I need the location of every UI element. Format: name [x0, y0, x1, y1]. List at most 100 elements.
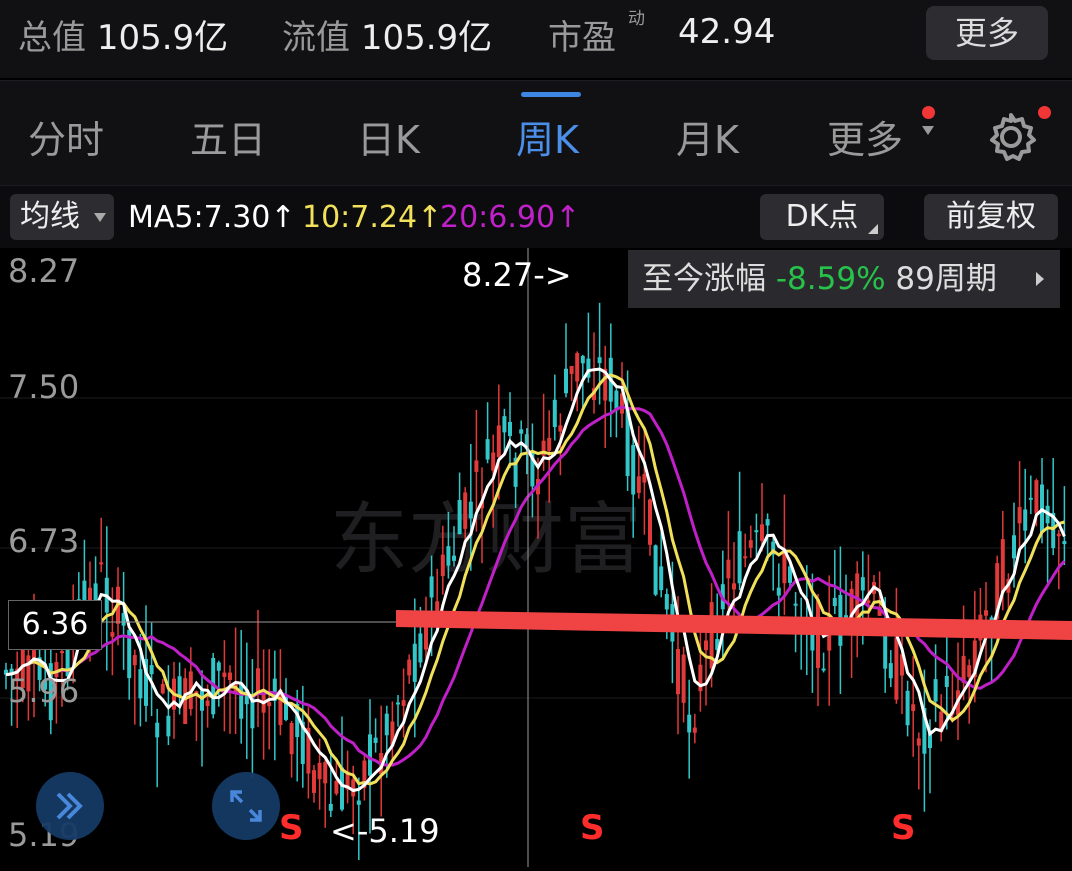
candle-body: [222, 672, 227, 677]
tab-daily-k[interactable]: 日K: [357, 109, 420, 164]
candle-body: [132, 655, 137, 666]
period-count: 89周期: [895, 261, 997, 297]
pe-label: 市盈: [548, 18, 616, 58]
candle-body: [636, 476, 641, 493]
kline-chart[interactable]: 东方财富: [0, 248, 1072, 867]
candle-body: [373, 737, 378, 743]
candle-body: [396, 702, 400, 705]
candle-body: [1062, 541, 1067, 545]
total-value: 总值 105.9亿: [18, 10, 228, 59]
tab-monthly-k[interactable]: 月K: [676, 109, 739, 164]
candle-body: [384, 713, 389, 736]
candle-body: [631, 444, 636, 495]
tab-intraday[interactable]: 分时: [28, 109, 104, 164]
dk-points-button[interactable]: DK点: [760, 194, 884, 240]
candle-body: [776, 587, 781, 596]
sell-signal-marker: S: [891, 808, 916, 848]
candle-body: [692, 727, 697, 733]
float-value: 流值 105.9亿: [282, 10, 492, 59]
candle-body: [216, 662, 221, 671]
candle-body: [793, 603, 798, 606]
candle-body: [821, 668, 826, 671]
active-tab-indicator: [521, 92, 581, 97]
candle-body: [200, 690, 204, 711]
settings-notification-dot: [1038, 106, 1051, 119]
candle-body: [60, 651, 64, 654]
fullscreen-button[interactable]: [212, 772, 280, 840]
total-value-label: 总值: [18, 18, 86, 58]
candle-body: [177, 676, 182, 697]
crosshair-price-label: 6.36: [8, 600, 102, 650]
candle-body: [765, 519, 770, 526]
candle-body: [491, 452, 496, 471]
candle-body: [564, 368, 568, 394]
kline-chart-svg: 东方财富: [0, 248, 1072, 867]
float-value-label: 流值: [282, 18, 350, 58]
candle-body: [659, 566, 664, 591]
tab-more[interactable]: 更多: [827, 109, 903, 164]
candle-body: [911, 704, 916, 712]
candle-body: [664, 594, 669, 610]
candle-body: [256, 668, 260, 694]
more-info-button[interactable]: 更多: [926, 6, 1048, 60]
candle-body: [726, 559, 731, 579]
ma-selector-label: 均线: [20, 199, 80, 234]
candle-body: [743, 556, 748, 559]
total-value-number: 105.9亿: [96, 18, 229, 58]
candle-body: [407, 659, 412, 676]
candle-body: [99, 562, 104, 565]
expand-left-button[interactable]: [36, 772, 104, 840]
gear-icon[interactable]: [984, 110, 1038, 168]
candle-body: [944, 676, 949, 687]
candle-body: [676, 649, 680, 695]
candle-body: [905, 690, 910, 726]
float-value-number: 105.9亿: [360, 18, 493, 58]
sell-signal-marker: S: [580, 808, 605, 848]
candle-body: [323, 762, 328, 784]
candle-body: [732, 583, 736, 590]
candle-body: [468, 501, 473, 519]
candle-body: [446, 546, 451, 566]
candle-body: [502, 416, 507, 433]
tab-five-day[interactable]: 五日: [190, 109, 266, 164]
sell-signal-marker: S: [279, 808, 304, 848]
candle-body: [1017, 507, 1022, 524]
candle-body: [457, 500, 462, 535]
ma-selector-button[interactable]: 均线: [10, 194, 114, 240]
candle-body: [569, 365, 574, 374]
double-chevron-icon: [56, 792, 83, 820]
candle-body: [754, 530, 759, 533]
candle-body: [440, 554, 445, 577]
candle-body: [508, 421, 512, 436]
tab-weekly-k[interactable]: 周K: [516, 109, 579, 164]
candle-body: [160, 684, 165, 694]
candle-body: [687, 714, 692, 733]
candle-body: [642, 474, 647, 483]
period-change-box[interactable]: 至今涨幅 -8.59% 89周期: [628, 250, 1060, 308]
candle-body: [149, 665, 154, 675]
y-label-top: 8.27: [8, 252, 80, 290]
candle-body: [110, 632, 115, 637]
ma10-value: 10:7.24↑: [302, 200, 443, 235]
chevron-right-icon: [1036, 272, 1044, 286]
watermark: 东方财富: [330, 495, 642, 585]
candle-body: [681, 654, 686, 703]
candle-body: [401, 700, 406, 706]
candle-body: [334, 780, 339, 794]
candle-body: [166, 715, 171, 737]
more-tab-notification-dot: [922, 106, 935, 119]
candle-body: [967, 665, 972, 678]
candle-body: [356, 800, 361, 805]
candle-body: [205, 700, 210, 706]
corner-triangle-icon: [868, 224, 878, 234]
candle-body: [552, 399, 557, 428]
candle-body: [155, 722, 160, 738]
candle-body: [328, 803, 333, 811]
candle-body: [748, 540, 753, 548]
candle-body: [289, 723, 294, 755]
chevron-down-icon: [922, 126, 934, 135]
y-label-4: 5.96: [8, 672, 80, 710]
candle-body: [474, 460, 479, 472]
candle-body: [1012, 535, 1016, 559]
forward-adjust-button[interactable]: 前复权: [924, 194, 1058, 240]
